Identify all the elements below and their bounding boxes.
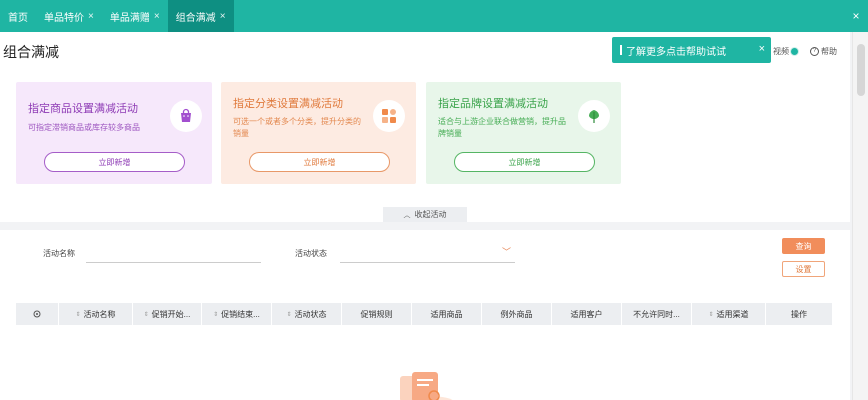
card-desc: 可指定滞销商品或库存较多商品 bbox=[28, 123, 140, 132]
chevron-down-icon: ﹀ bbox=[501, 247, 511, 257]
add-brand-activity-button[interactable]: 立即新增 bbox=[454, 152, 595, 172]
close-icon[interactable]: × bbox=[220, 11, 226, 22]
close-all-tabs-icon[interactable]: × bbox=[844, 0, 868, 32]
card-desc: 可选一个或者多个分类，提升分类的 销量 bbox=[233, 116, 361, 140]
card-title: 指定分类设置满减活动 bbox=[233, 98, 343, 110]
column-label: 促销规则 bbox=[360, 309, 393, 319]
column-label: 不允许同时... bbox=[633, 309, 680, 319]
reset-button[interactable]: 设置 bbox=[782, 261, 825, 277]
column-header[interactable]: ⇕ 促销开始... bbox=[133, 303, 202, 325]
tab-single-gift[interactable]: 单品满赠 × bbox=[102, 0, 168, 32]
column-header[interactable]: 不允许同时... bbox=[622, 303, 692, 325]
card-title: 指定品牌设置满减活动 bbox=[438, 98, 548, 110]
sort-icon: ⇕ bbox=[708, 311, 714, 318]
video-label: 视频 bbox=[773, 47, 789, 56]
scrollbar-thumb[interactable] bbox=[857, 44, 865, 96]
toast-text: 了解更多点击帮助试试 bbox=[626, 46, 726, 58]
sort-icon: ⇕ bbox=[143, 311, 149, 318]
column-header[interactable]: ⇕ 活动名称 bbox=[59, 303, 133, 325]
column-header: 适用商品 bbox=[412, 303, 482, 325]
help-toast[interactable]: 了解更多点击帮助试试 × bbox=[612, 37, 771, 63]
column-header: 促销规则 bbox=[342, 303, 412, 325]
tab-home[interactable]: 首页 bbox=[0, 0, 36, 32]
card-brand-discount: 指定品牌设置满减活动 适合与上游企业联合做营销，提升品 牌销量 立即新增 bbox=[426, 82, 621, 184]
toast-indicator bbox=[620, 45, 622, 55]
toggle-dot-icon bbox=[791, 48, 798, 55]
tab-combo-discount[interactable]: 组合满减 × bbox=[167, 0, 234, 32]
column-label: 活动名称 bbox=[83, 309, 116, 319]
column-label: 例外商品 bbox=[500, 309, 533, 319]
tab-label: 组合满减 bbox=[175, 12, 216, 24]
category-grid-icon bbox=[373, 100, 405, 132]
add-category-activity-button[interactable]: 立即新增 bbox=[249, 152, 390, 172]
tab-label: 单品满赠 bbox=[109, 12, 150, 24]
column-label: 操作 bbox=[791, 309, 807, 319]
column-header[interactable]: ⇕ 活动状态 bbox=[272, 303, 342, 325]
query-button[interactable]: 查询 bbox=[782, 238, 825, 254]
sort-icon: ⇕ bbox=[286, 311, 292, 318]
column-label: 适用商品 bbox=[430, 309, 463, 319]
column-label: 活动状态 bbox=[294, 309, 327, 319]
card-desc: 适合与上游企业联合做营销，提升品 牌销量 bbox=[438, 116, 566, 140]
card-desc-line: 可选一个或者多个分类，提升分类的 bbox=[233, 117, 361, 126]
column-header: 操作 bbox=[766, 303, 832, 325]
tab-label: 首页 bbox=[8, 12, 28, 24]
column-label: 适用渠道 bbox=[716, 309, 749, 319]
sort-icon: ⇕ bbox=[213, 311, 219, 318]
card-product-discount: 指定商品设置满减活动 可指定滞销商品或库存较多商品 立即新增 bbox=[16, 82, 212, 184]
search-panel: 活动名称 活动状态 ﹀ 查询 设置 ⇕ 活动名称 ⇕ 促销开始... ⇕ 促销结束..… bbox=[0, 230, 850, 400]
video-toggle[interactable]: 视频 bbox=[773, 46, 798, 57]
column-label: 促销开始... bbox=[151, 309, 191, 319]
column-header[interactable]: ⇕ 促销结束... bbox=[202, 303, 272, 325]
add-product-activity-button[interactable]: 立即新增 bbox=[44, 152, 185, 172]
card-title: 指定商品设置满减活动 bbox=[28, 103, 138, 115]
activity-status-label: 活动状态 bbox=[295, 249, 327, 258]
tab-single-special-price[interactable]: 单品特价 × bbox=[36, 0, 102, 32]
page-header: 组合满减 了解更多点击帮助试试 × 视频 ? 帮助 bbox=[0, 32, 850, 68]
tab-label: 单品特价 bbox=[44, 12, 84, 24]
empty-state-illustration bbox=[400, 372, 453, 400]
sort-icon: ⇕ bbox=[75, 311, 81, 318]
collapse-label: 收起活动 bbox=[414, 210, 447, 219]
close-icon[interactable]: × bbox=[88, 11, 94, 22]
column-settings-icon[interactable] bbox=[16, 303, 59, 325]
leaf-icon bbox=[578, 100, 610, 132]
card-desc-line: 适合与上游企业联合做营销，提升品 bbox=[438, 117, 566, 126]
close-icon[interactable]: × bbox=[759, 43, 765, 55]
help-label: 帮助 bbox=[821, 47, 837, 56]
page-title: 组合满减 bbox=[3, 44, 59, 60]
collapse-activities-button[interactable]: ︿ 收起活动 bbox=[383, 207, 467, 222]
activity-name-input[interactable] bbox=[86, 262, 261, 263]
activity-status-select[interactable]: ﹀ bbox=[340, 243, 515, 263]
column-header: 适用客户 bbox=[552, 303, 622, 325]
vertical-scrollbar[interactable] bbox=[852, 32, 868, 400]
activity-name-label: 活动名称 bbox=[43, 249, 75, 258]
close-icon[interactable]: × bbox=[154, 11, 160, 22]
card-desc-line: 销量 bbox=[233, 129, 249, 138]
activity-cards-panel: 指定商品设置满减活动 可指定滞销商品或库存较多商品 立即新增 指定分类设置满减活… bbox=[0, 68, 850, 222]
column-label: 适用客户 bbox=[570, 309, 603, 319]
status-select-underline bbox=[340, 262, 515, 263]
column-label: 促销结束... bbox=[221, 309, 260, 319]
column-header[interactable]: ⇕ 适用渠道 bbox=[692, 303, 766, 325]
help-link[interactable]: ? 帮助 bbox=[810, 46, 837, 57]
question-icon: ? bbox=[810, 47, 819, 56]
column-header: 例外商品 bbox=[482, 303, 552, 325]
table-header: ⇕ 活动名称 ⇕ 促销开始... ⇕ 促销结束... ⇕ 活动状态 促销规则 适用商品 … bbox=[16, 303, 832, 325]
bag-icon bbox=[170, 100, 202, 132]
card-category-discount: 指定分类设置满减活动 可选一个或者多个分类，提升分类的 销量 立即新增 bbox=[221, 82, 416, 184]
card-desc-line: 牌销量 bbox=[438, 129, 462, 138]
tab-bar: 首页 单品特价 × 单品满赠 × 组合满减 × × bbox=[0, 0, 868, 32]
chevron-up-icon: ︿ bbox=[403, 211, 411, 219]
